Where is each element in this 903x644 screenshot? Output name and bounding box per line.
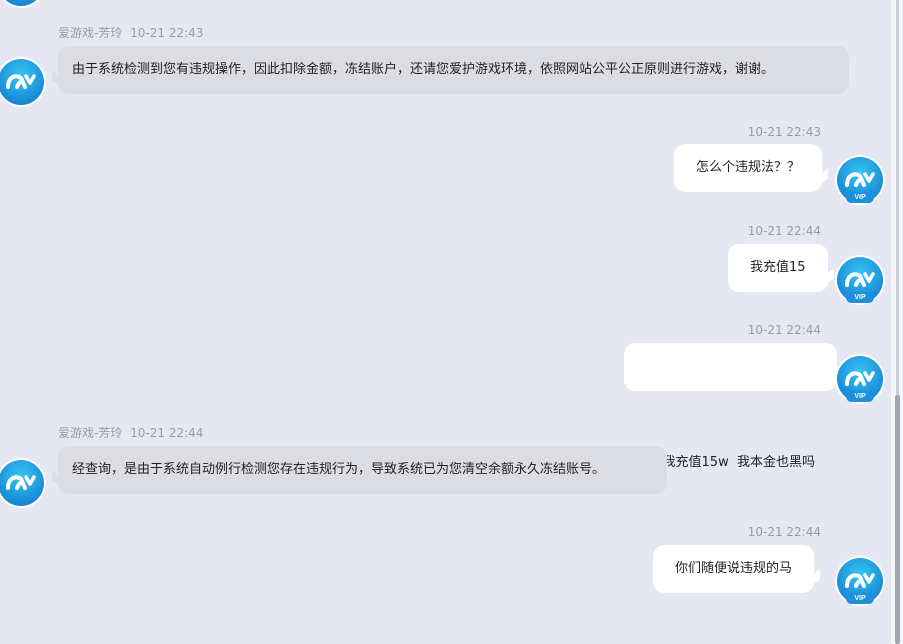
message-meta: 爱游戏-芳玲 10-21 22:43 xyxy=(58,24,203,41)
message-bubble[interactable]: 你们随便说违规的马 xyxy=(653,545,821,593)
agent-avatar xyxy=(0,59,44,105)
message-text: 我充值15w 我本金也黑吗 xyxy=(662,455,815,470)
message-bubble[interactable]: 怎么个违规法？？ xyxy=(674,144,829,192)
sender-name: 爱游戏-芳玲 xyxy=(58,426,123,440)
message-time: 10-21 22:44 xyxy=(747,224,821,238)
message-text: 由于系统检测到您有违规操作，因此扣除金额，冻结账户，还请您爱护游戏环境，依照网站… xyxy=(72,62,775,77)
message-text: 经查询，是由于系统自动例行检测您存在违规行为，导致系统已为您清空余额永久冻结账号… xyxy=(72,462,606,477)
message-text: 你们随便说违规的马 xyxy=(675,561,793,576)
message-time: 10-21 22:43 xyxy=(130,26,204,40)
chat-area: 爱游戏-芳玲 10-21 22:43 由于系统检测到您有违规操作，因此扣除金额，… xyxy=(0,0,891,644)
ay-logo-icon xyxy=(6,475,36,490)
scrollbar-thumb[interactable] xyxy=(895,395,900,644)
message-text: 我充值15 xyxy=(750,260,806,275)
vip-badge: VIP xyxy=(846,391,874,402)
message-time: 10-21 22:44 xyxy=(747,323,821,337)
user-avatar: VIP xyxy=(837,257,883,303)
bubble-tail xyxy=(52,470,62,488)
user-avatar: VIP xyxy=(837,157,883,203)
ay-logo-icon xyxy=(6,74,36,89)
message-bubble[interactable]: 由于系统检测到您有违规操作，因此扣除金额，冻结账户，还请您爱护游戏环境，依照网站… xyxy=(52,46,849,94)
message-text: 怎么个违规法？？ xyxy=(696,160,801,175)
vip-badge: VIP xyxy=(846,192,874,203)
message-bubble[interactable]: 我充值15w 我本金也黑吗 xyxy=(624,343,843,470)
user-avatar: VIP xyxy=(837,356,883,402)
bubble-tail xyxy=(823,268,834,286)
sender-name: 爱游戏-芳玲 xyxy=(58,26,123,40)
message-time: 10-21 22:44 xyxy=(747,525,821,539)
vip-badge: VIP xyxy=(846,593,874,604)
scrollbar[interactable] xyxy=(891,0,903,644)
bubble-tail xyxy=(810,569,821,587)
message-bubble[interactable]: 经查询，是由于系统自动例行检测您存在违规行为，导致系统已为您清空余额永久冻结账号… xyxy=(52,446,667,494)
message-time: 10-21 22:44 xyxy=(130,426,204,440)
message-bubble[interactable]: 我充值15 xyxy=(728,244,834,292)
message-meta: 爱游戏-芳玲 10-21 22:44 xyxy=(58,424,203,441)
agent-avatar xyxy=(0,460,44,506)
agent-avatar xyxy=(0,0,44,6)
bubble-tail xyxy=(52,70,62,88)
vip-badge: VIP xyxy=(846,292,874,303)
user-avatar: VIP xyxy=(837,558,883,604)
bubble-tail xyxy=(818,168,829,186)
message-time: 10-21 22:43 xyxy=(747,125,821,139)
